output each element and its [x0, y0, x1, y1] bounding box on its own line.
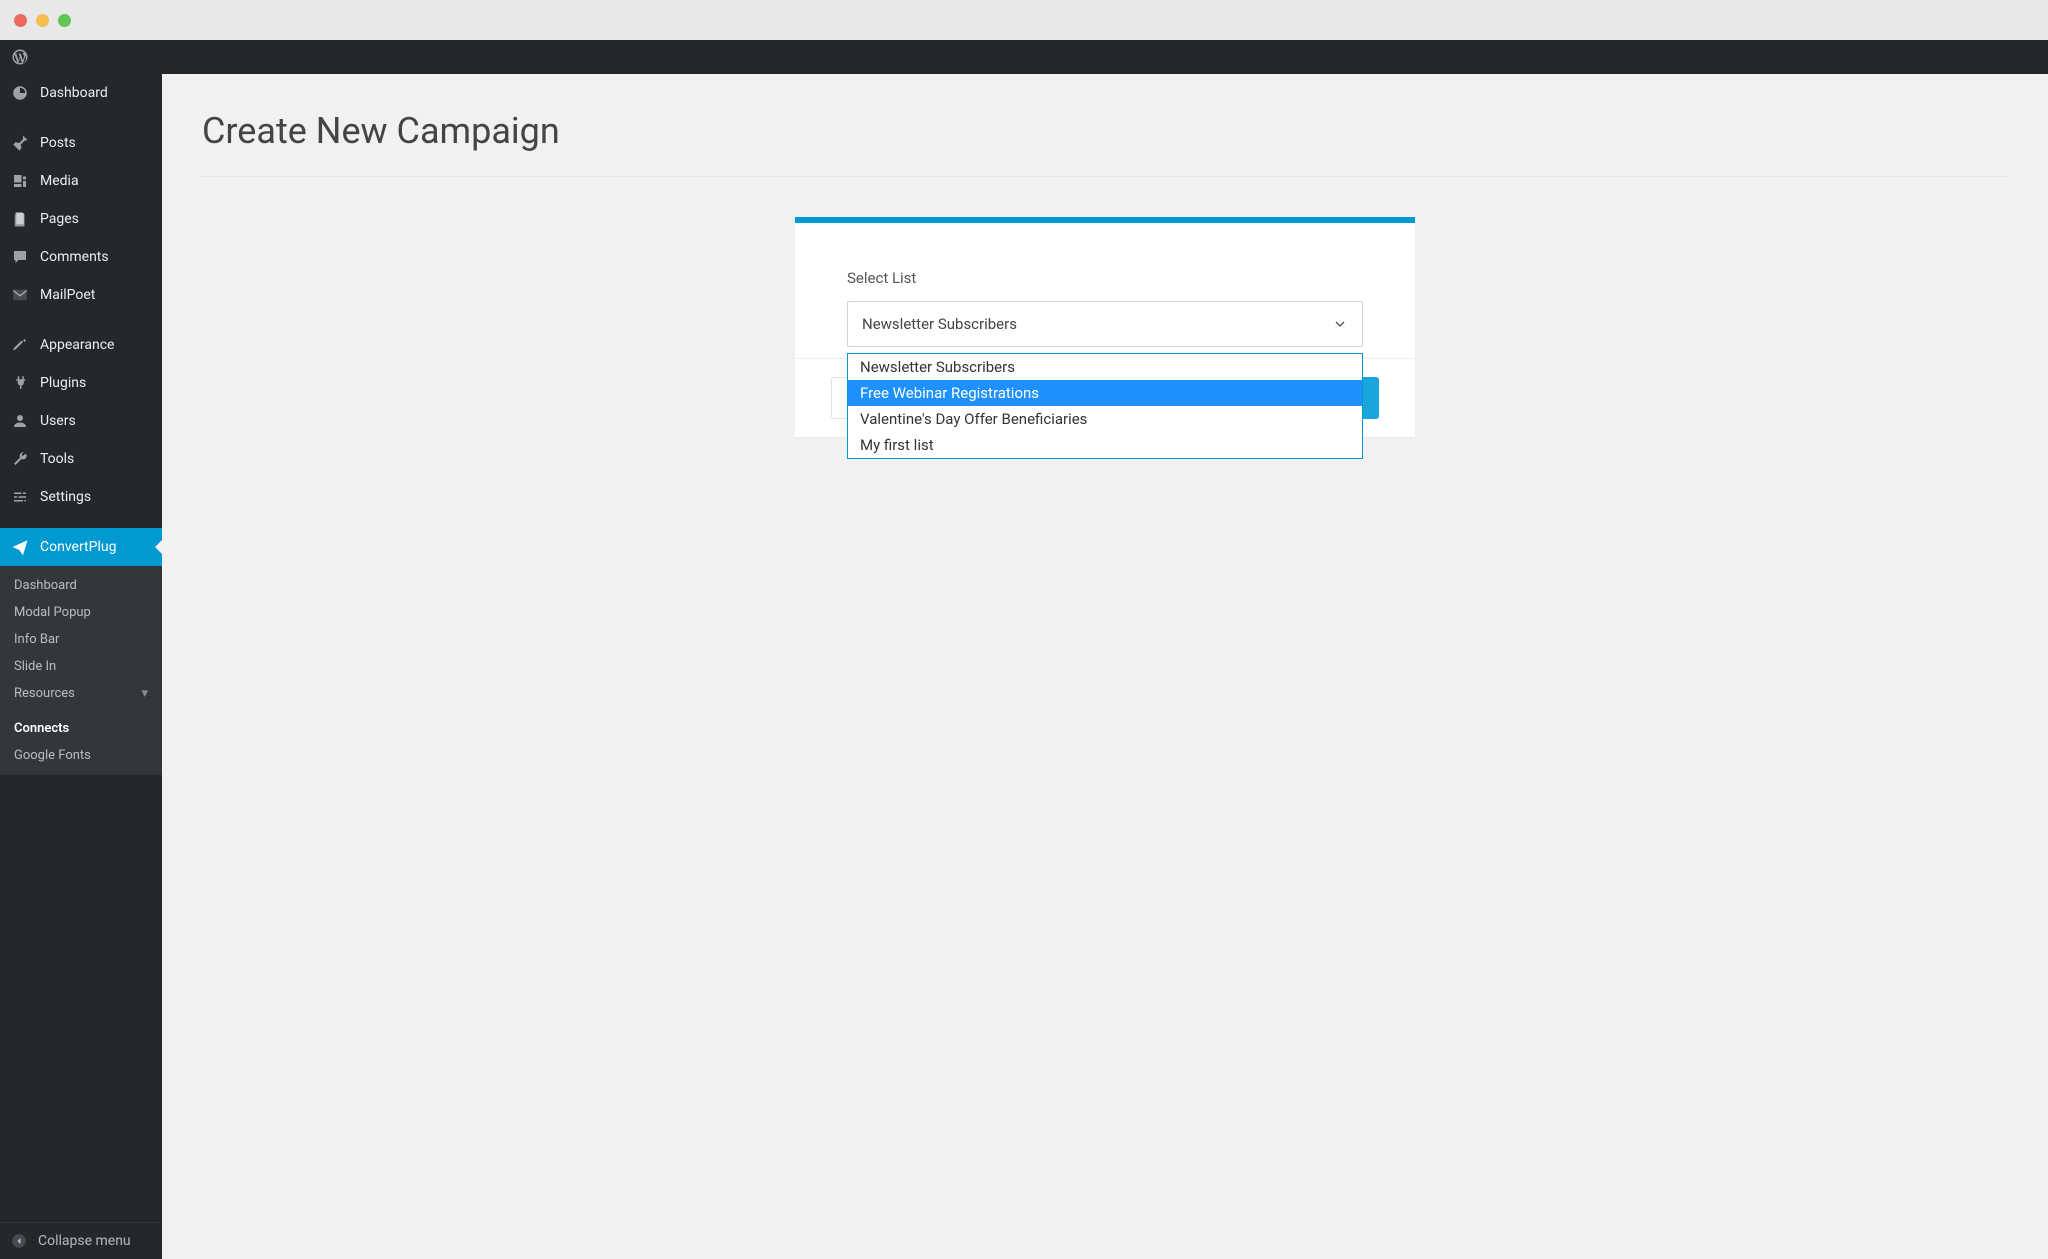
collapse-label: Collapse menu [38, 1233, 131, 1249]
sidebar-item-users[interactable]: Users [0, 402, 162, 440]
dropdown-option[interactable]: Free Webinar Registrations [848, 380, 1362, 406]
sidebar-item-dashboard[interactable]: Dashboard [0, 74, 162, 112]
comments-icon [10, 247, 30, 267]
sidebar-item-pages[interactable]: Pages [0, 200, 162, 238]
pushpin-icon [10, 133, 30, 153]
select-list-label: Select List [847, 269, 1363, 287]
sidebar-item-settings[interactable]: Settings [0, 478, 162, 516]
submenu-item-info-bar[interactable]: Info Bar [0, 626, 162, 653]
submenu-item-dashboard[interactable]: Dashboard [0, 572, 162, 599]
dropdown-option[interactable]: Newsletter Subscribers [848, 354, 1362, 380]
submenu-item-slide-in[interactable]: Slide In [0, 653, 162, 680]
sidebar-item-label: MailPoet [40, 287, 95, 303]
submenu-item-google-fonts[interactable]: Google Fonts [0, 742, 162, 769]
dropdown-option[interactable]: My first list [848, 432, 1362, 458]
sidebar-submenu: Dashboard Modal Popup Info Bar Slide In … [0, 566, 162, 775]
select-value: Newsletter Subscribers [862, 315, 1017, 333]
dashboard-icon [10, 83, 30, 103]
envelope-icon [10, 285, 30, 305]
paper-plane-icon [10, 537, 30, 557]
sidebar-item-posts[interactable]: Posts [0, 124, 162, 162]
sidebar-item-convertplug[interactable]: ConvertPlug [0, 528, 162, 566]
divider [202, 176, 2008, 177]
sidebar-item-label: Settings [40, 489, 91, 505]
collapse-menu-button[interactable]: Collapse menu [0, 1222, 162, 1259]
sidebar-item-comments[interactable]: Comments [0, 238, 162, 276]
sidebar-item-mailpoet[interactable]: MailPoet [0, 276, 162, 314]
submenu-item-resources[interactable]: Resources ▾ [0, 680, 162, 707]
sidebar-item-plugins[interactable]: Plugins [0, 364, 162, 402]
admin-sidebar: Dashboard Posts Media Pages Commen [0, 40, 162, 1259]
plug-icon [10, 373, 30, 393]
window-minimize-icon[interactable] [36, 14, 49, 27]
dropdown-option[interactable]: Valentine's Day Offer Beneficiaries [848, 406, 1362, 432]
sidebar-item-label: Posts [40, 135, 76, 151]
media-icon [10, 171, 30, 191]
wrench-icon [10, 449, 30, 469]
sidebar-item-tools[interactable]: Tools [0, 440, 162, 478]
page-title: Create New Campaign [202, 110, 2008, 152]
sliders-icon [10, 487, 30, 507]
sidebar-item-label: Plugins [40, 375, 86, 391]
window-close-icon[interactable] [14, 14, 27, 27]
sidebar-item-label: Comments [40, 249, 109, 265]
brush-icon [10, 335, 30, 355]
campaign-card: Select List Newsletter Subscribers Newsl… [795, 217, 1415, 437]
sidebar-item-label: Tools [40, 451, 74, 467]
submenu-item-modal-popup[interactable]: Modal Popup [0, 599, 162, 626]
browser-chrome [0, 0, 2048, 40]
collapse-icon [10, 1232, 28, 1250]
list-select[interactable]: Newsletter Subscribers [847, 301, 1363, 347]
submenu-item-connects[interactable]: Connects [0, 715, 162, 742]
wordpress-logo-icon[interactable] [10, 47, 30, 67]
sidebar-item-label: Dashboard [40, 85, 108, 101]
chevron-down-icon: ▾ [141, 686, 148, 701]
sidebar-item-media[interactable]: Media [0, 162, 162, 200]
sidebar-item-label: Appearance [40, 337, 114, 353]
user-icon [10, 411, 30, 431]
pages-icon [10, 209, 30, 229]
sidebar-item-label: Pages [40, 211, 79, 227]
chevron-down-icon [1332, 316, 1348, 332]
window-maximize-icon[interactable] [58, 14, 71, 27]
sidebar-item-label: Media [40, 173, 79, 189]
sidebar-item-appearance[interactable]: Appearance [0, 326, 162, 364]
list-dropdown: Newsletter Subscribers Free Webinar Regi… [847, 353, 1363, 459]
sidebar-item-label: Users [40, 413, 76, 429]
main-content: Create New Campaign Select List Newslett… [162, 40, 2048, 1259]
sidebar-item-label: ConvertPlug [40, 539, 116, 555]
admin-bar [0, 40, 162, 74]
